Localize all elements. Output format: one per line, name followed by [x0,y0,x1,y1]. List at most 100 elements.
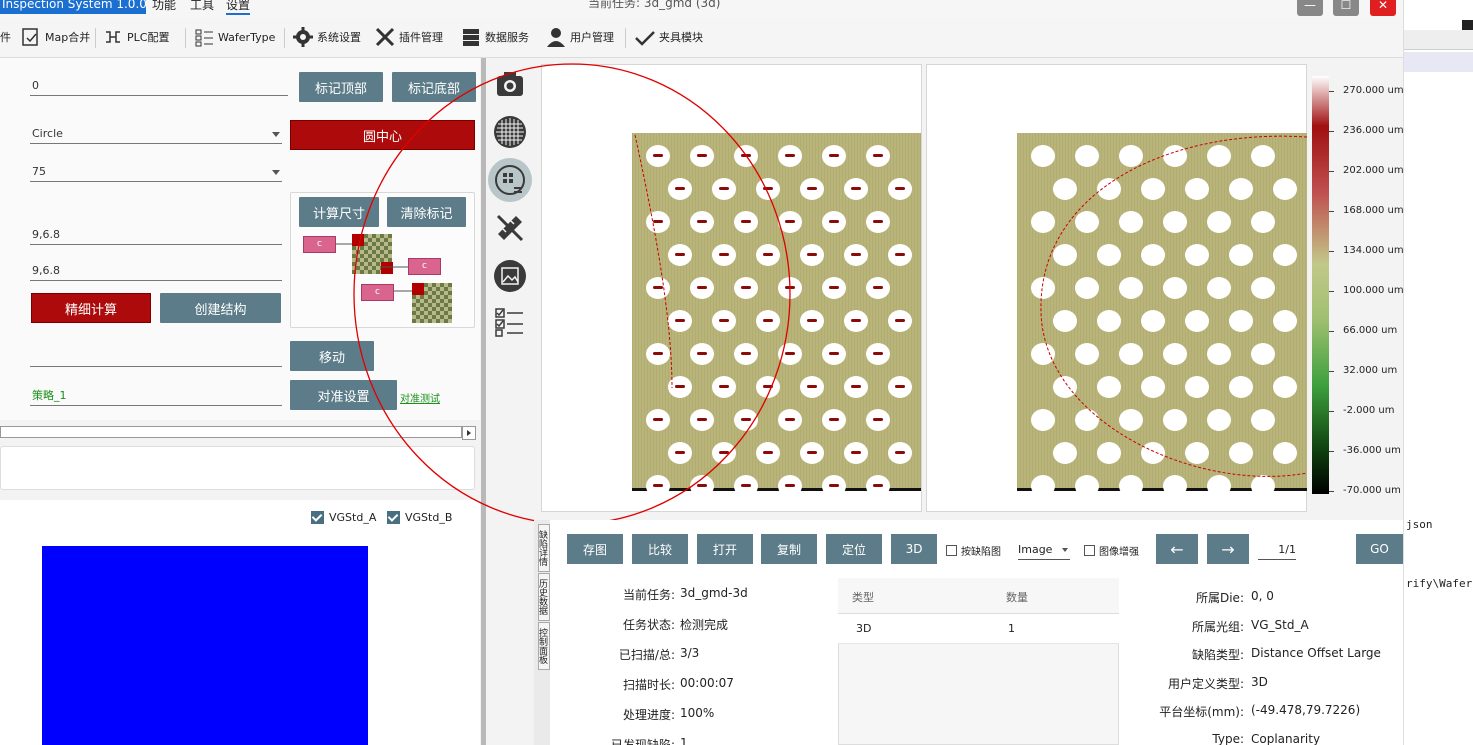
toolbar-item-partial[interactable]: 件 [0,24,11,50]
image-mode-value: Image [1018,543,1053,556]
tab-defect-detail[interactable]: 缺陷详情 [537,524,550,572]
colorbar-label: 66.000 um [1343,325,1398,336]
menu-function[interactable]: 功能 [152,0,176,13]
open-button[interactable]: 打开 [697,534,753,564]
height-colorbar [1312,76,1329,494]
info-value: VG_Std_A [1251,617,1309,632]
checkbox-label: 按缺陷图 [961,547,1001,558]
colorbar-tick [1329,211,1334,212]
colorbar-label: 32.000 um [1343,365,1398,376]
user-icon [545,26,567,48]
next-button[interactable]: → [1207,534,1249,564]
database-icon [460,26,482,48]
defect-mark [851,253,861,256]
toolbar-fixture-module[interactable]: 夹具模块 [634,24,703,50]
defect-mark [895,253,905,256]
minimize-icon: — [1304,0,1316,12]
fine-calc-button[interactable]: 精细计算 [31,293,151,323]
tab-history[interactable]: 历史数据 [537,573,550,621]
defect-mark [873,286,883,289]
image-mode-select[interactable]: Image [1018,540,1070,560]
locate-button[interactable]: 定位 [826,534,882,564]
info-value: 1 [680,736,688,745]
defect-mark [829,418,839,421]
save-image-button[interactable]: 存图 [567,534,623,564]
info-label: Type: [1212,731,1244,745]
defect-mark [829,154,839,157]
defect-mark [829,220,839,223]
defect-mark [895,187,905,190]
colorbar-label: 134.000 um [1343,245,1404,256]
close-button[interactable]: ✕ [1370,0,1396,16]
toolbar-plugin-manage[interactable]: 插件管理 [374,24,443,50]
strategy-field[interactable]: 策略_1 [30,386,282,406]
move-field[interactable] [30,347,282,367]
tab-control-panel[interactable]: 控制面板 [537,622,550,670]
info-label: 平台坐标(mm): [1159,705,1244,719]
colorbar-label: -36.000 um [1343,445,1401,456]
checkbox-unchecked-icon [946,545,957,556]
colorbar-label: 270.000 um [1343,85,1404,96]
plc-icon [102,26,124,48]
compare-button[interactable]: 比较 [632,534,688,564]
size-select[interactable]: 75 [30,162,282,182]
defect-mark [851,385,861,388]
dimension-field-2[interactable]: 9,6.8 [30,261,282,281]
size-select-value: 75 [32,165,46,178]
info-value: 0, 0 [1251,589,1274,603]
maximize-button[interactable]: ☐ [1333,0,1359,16]
top-mark-field[interactable]: 0 [30,76,288,96]
wafer-outline-right [1040,135,1307,477]
toolbar-separator [284,28,285,48]
3d-button[interactable]: 3D [891,534,937,564]
copy-button[interactable]: 复制 [761,534,817,564]
defect-mark [873,154,883,157]
defect-mark [873,418,883,421]
toolbar-label: 件 [0,31,11,44]
colorbar-tick [1329,451,1334,452]
colorbar-label: -2.000 um [1343,405,1395,416]
prev-button[interactable]: ← [1156,534,1198,564]
strip-bar [1404,30,1473,50]
defect-mark [807,319,817,322]
colorbar-tick [1329,171,1334,172]
dimension-field-1[interactable]: 9,6.8 [30,225,282,245]
table-row[interactable]: 3D 1 [838,614,1119,644]
toolbar-system-settings[interactable]: 系统设置 [292,24,361,50]
defect-mark [829,352,839,355]
background-window-strip: json rify\Wafer [1403,0,1473,745]
colorbar-label: -70.000 um [1343,485,1401,496]
go-button[interactable]: GO [1356,534,1403,564]
checkbox-by-defect-image[interactable]: 按缺陷图 [946,543,1001,558]
page-indicator[interactable]: 1/1 [1258,540,1296,560]
create-structure-button[interactable]: 创建结构 [160,293,281,323]
defect-mark [807,253,817,256]
info-label: 所属Die: [1195,591,1244,605]
info-label: 已发现缺陷: [610,738,675,745]
info-label: 已扫描/总: [618,648,675,662]
shape-select[interactable]: Circle [30,124,282,144]
toolbar-plc-config[interactable]: PLC配置 [102,24,169,50]
strip-text-json: json [1406,518,1433,531]
toolbar-data-service[interactable]: 数据服务 [460,24,529,50]
colorbar-tick [1329,371,1334,372]
toolbar-label: Map合并 [45,31,91,44]
minimize-button[interactable]: — [1297,0,1323,16]
info-label: 当前任务: [622,588,675,602]
colorbar-label: 168.000 um [1343,205,1404,216]
info-label: 处理进度: [622,708,675,722]
toolbar-wafer-type[interactable]: WaferType [193,24,275,50]
toolbar-map-merge[interactable]: Map合并 [20,24,90,50]
colorbar-tick [1329,491,1334,492]
checkbox-image-enhance[interactable]: 图像增强 [1084,543,1139,558]
toolbar-user-manage[interactable]: 用户管理 [545,24,614,50]
wafer-map-canvas[interactable] [42,546,368,745]
menu-settings[interactable]: 设置 [226,0,251,15]
main-toolbar: 件 Map合并 PLC配置 WaferType 系统设置 插件管理 数据服务 用… [0,18,1403,58]
menu-tools[interactable]: 工具 [190,0,214,13]
chevron-down-icon [1062,548,1068,552]
annotation-circle [353,63,791,525]
header-count: 数量 [1006,591,1028,604]
toolbar-label: 夹具模块 [659,31,703,44]
toolbar-separator [95,28,96,48]
